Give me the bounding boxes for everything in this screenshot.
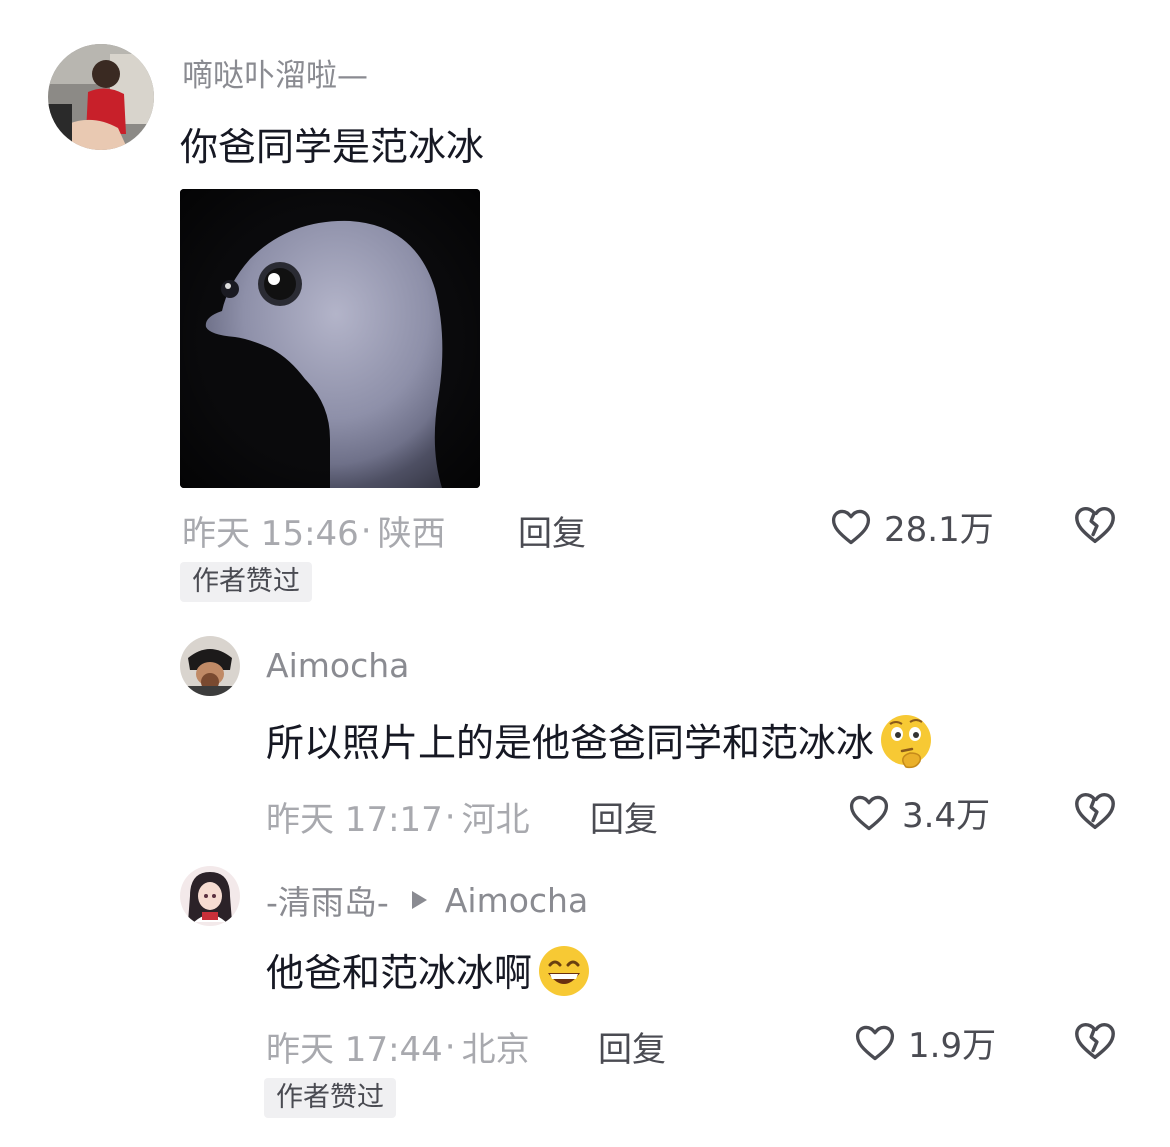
comment-text: 你爸同学是范冰冰 [180,125,485,169]
author-liked-badge: 作者赞过 [264,1078,396,1118]
broken-heart-icon [1075,506,1115,544]
like-count: 1.9万 [908,1026,997,1066]
reply-button[interactable]: 回复 [518,506,586,555]
author-liked-badge: 作者赞过 [180,562,312,602]
comment-meta: 昨天 17:44 · 北京 [266,1022,530,1071]
comment-location: 北京 [461,1030,530,1070]
like-count: 28.1万 [884,510,994,550]
dislike-button[interactable] [1072,1018,1118,1064]
reply-author[interactable]: -清雨岛- [266,876,389,924]
reply-button[interactable]: 回复 [590,792,658,841]
dislike-button[interactable] [1072,502,1118,548]
username: -清雨岛- Aimocha [266,876,588,924]
comment-time: 昨天 15:46 [182,514,359,554]
dislike-button[interactable] [1072,788,1118,834]
like-button[interactable]: 28.1万 [828,502,994,551]
comment-text: 所以照片上的是他爸爸同学和范冰冰 [266,712,936,778]
comment-image[interactable] [180,189,480,488]
heart-outline-icon [831,509,871,544]
username[interactable]: Aimocha [266,646,409,685]
comment-time: 昨天 17:17 [266,800,443,840]
avatar[interactable] [180,636,240,696]
comment-location: 陕西 [377,514,446,554]
grinning-face-emoji [534,943,594,1008]
like-count: 3.4万 [902,796,991,836]
comment-location: 河北 [461,800,530,840]
reply-button[interactable]: 回复 [598,1022,666,1071]
like-button[interactable]: 3.4万 [846,788,990,837]
broken-heart-icon [1075,1022,1115,1060]
heart-outline-icon [855,1025,895,1060]
comment-meta: 昨天 17:17 · 河北 [266,792,530,841]
comment-time: 昨天 17:44 [266,1030,443,1070]
broken-heart-icon [1075,792,1115,830]
reply-target-username[interactable]: Aimocha [445,881,588,920]
comment-meta: 昨天 15:46 · 陕西 [182,506,446,555]
triangle-right-icon [411,891,427,909]
username[interactable]: 嘀哒卟溜啦— [182,50,368,95]
comment-text: 他爸和范冰冰啊 [266,942,594,1008]
heart-outline-icon [849,795,889,830]
thinking-face-emoji [876,713,936,778]
avatar[interactable] [180,866,240,926]
avatar[interactable] [48,44,154,150]
like-button[interactable]: 1.9万 [852,1018,996,1067]
